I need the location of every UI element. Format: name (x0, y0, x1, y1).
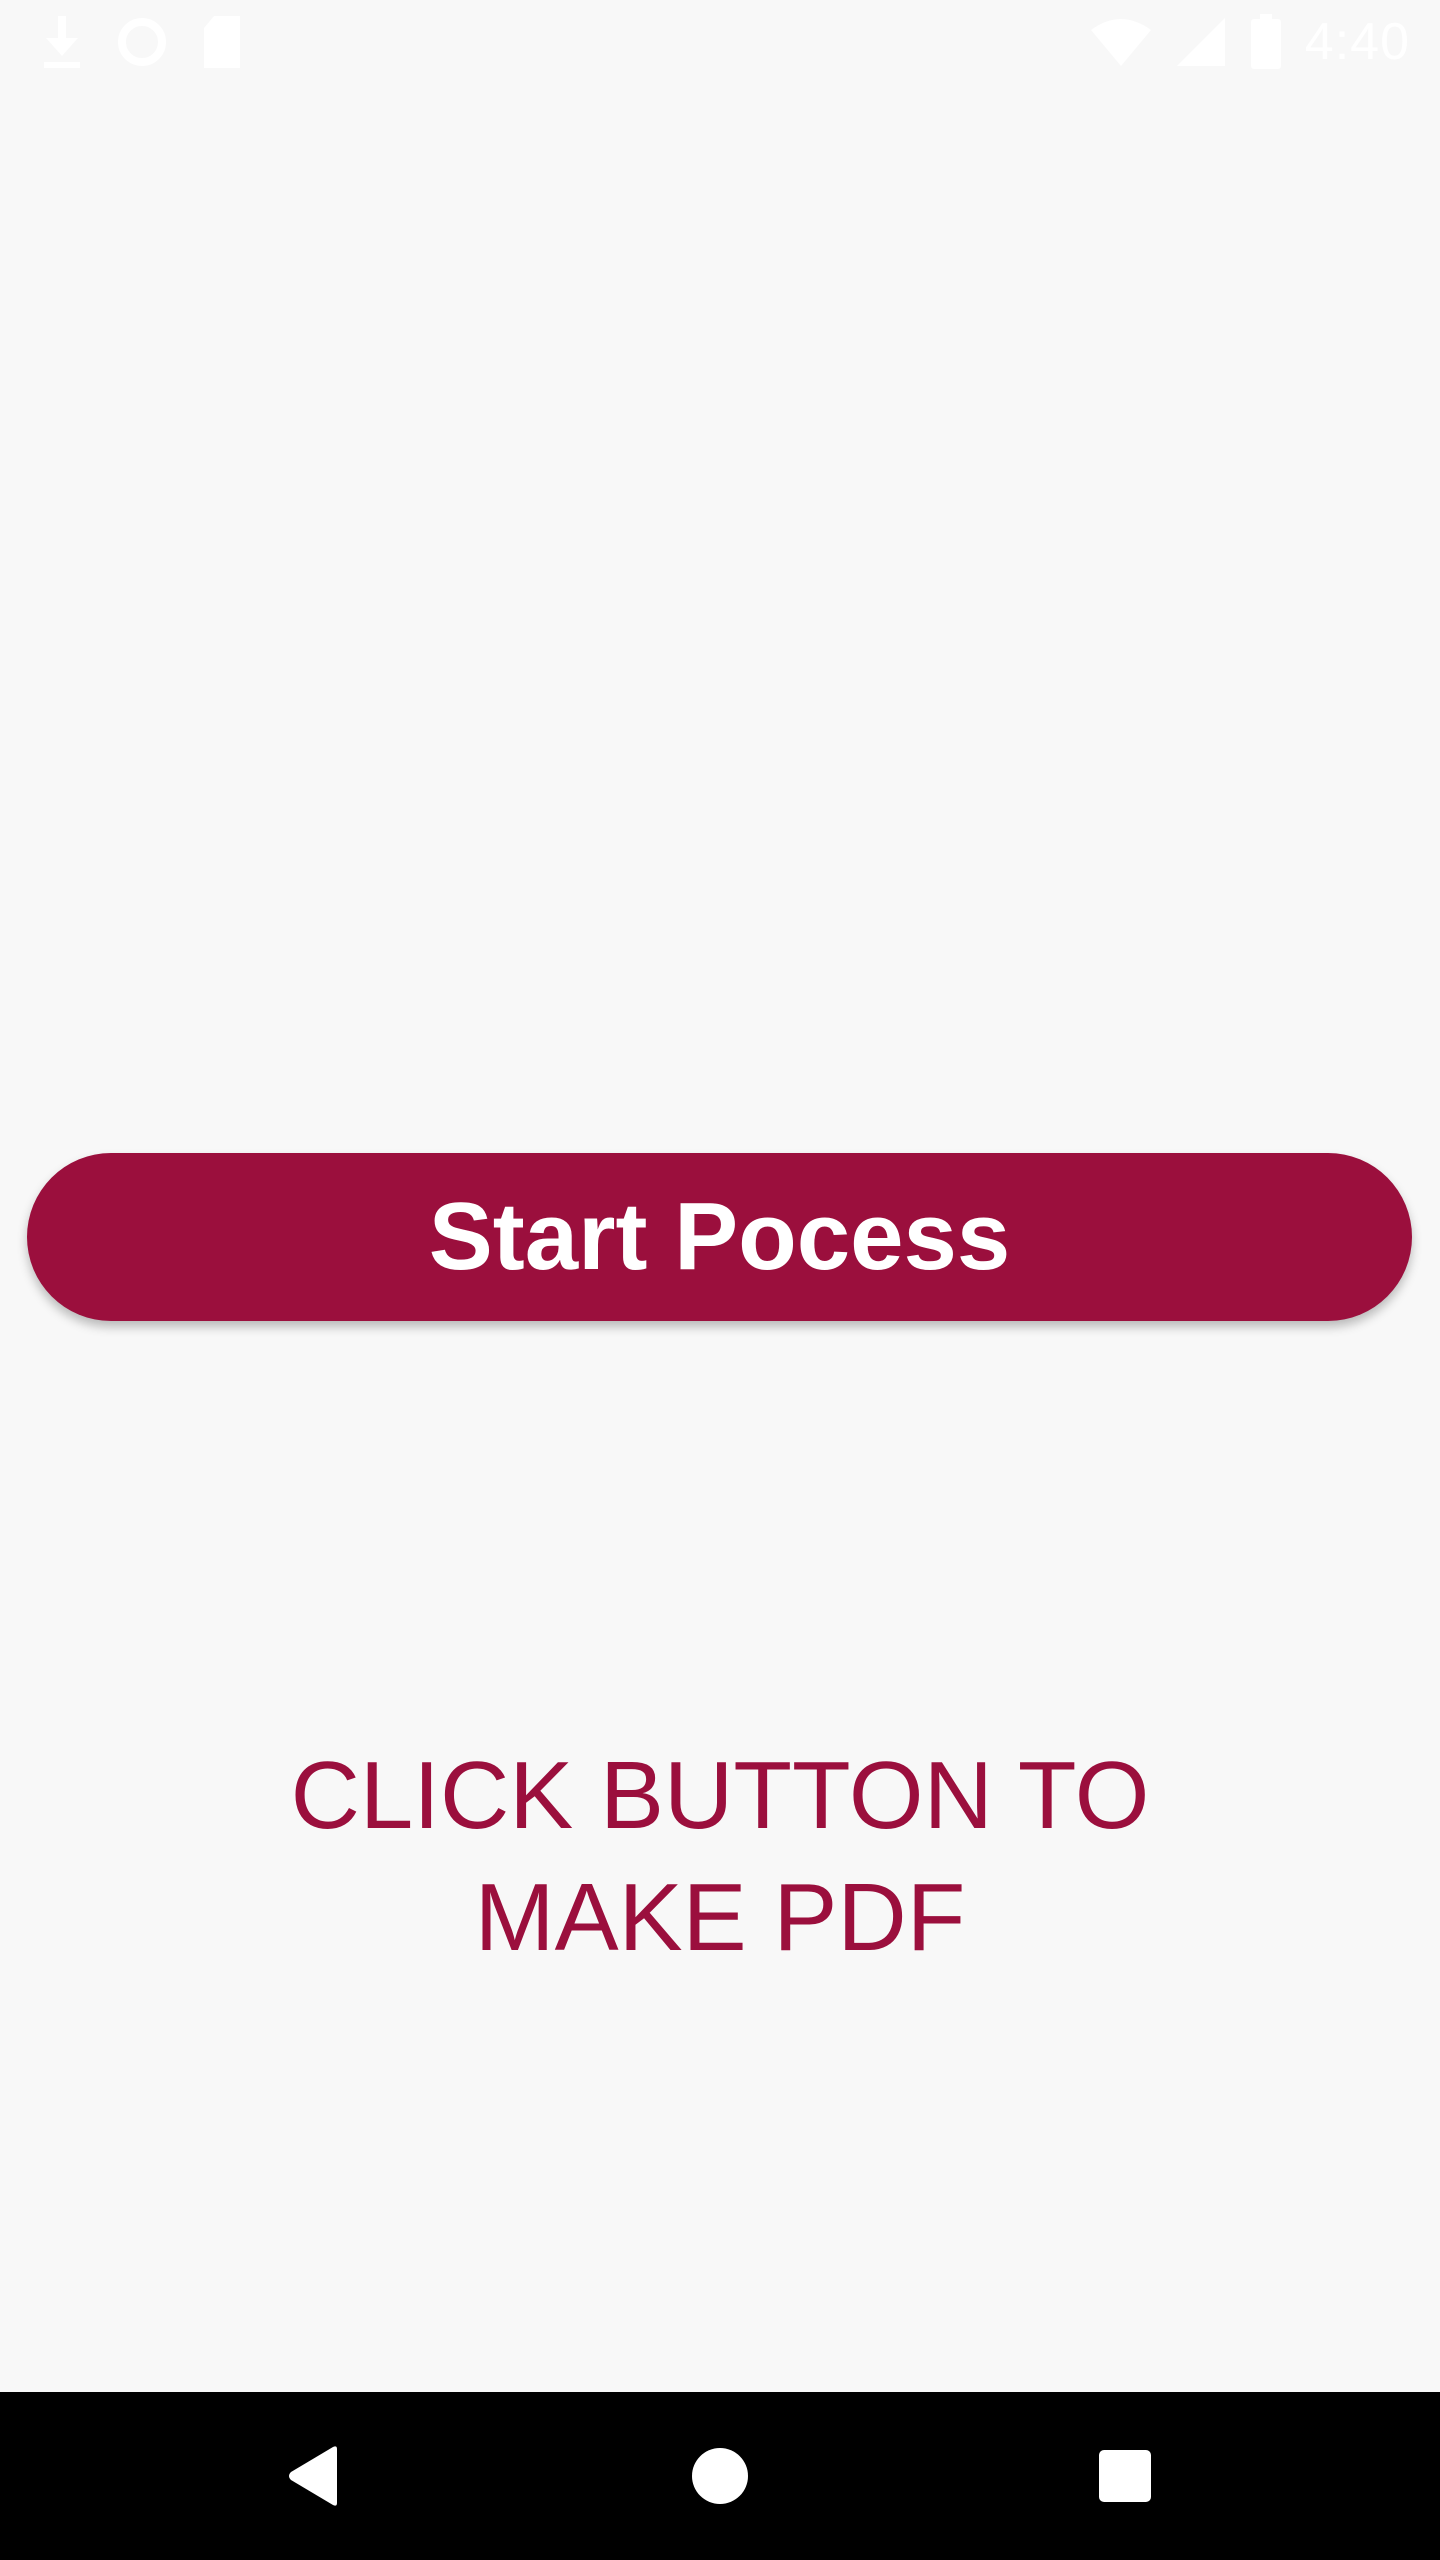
start-process-button[interactable]: Start Pocess (27, 1153, 1412, 1321)
back-button[interactable] (235, 2392, 395, 2560)
sd-card-icon (200, 14, 244, 70)
back-icon (285, 2445, 345, 2507)
sync-icon (114, 14, 170, 70)
download-icon (40, 14, 84, 70)
wifi-icon (1089, 16, 1153, 68)
home-icon (691, 2447, 749, 2505)
navigation-bar (0, 2392, 1440, 2560)
instruction-line-2: MAKE PDF (474, 1864, 966, 1971)
battery-icon (1249, 14, 1283, 70)
signal-icon (1175, 16, 1227, 68)
recents-icon (1098, 2449, 1152, 2503)
home-button[interactable] (640, 2392, 800, 2560)
status-right-icons: 4:40 (1089, 13, 1410, 71)
instruction-text: CLICK BUTTON TO MAKE PDF (0, 1735, 1440, 1979)
status-bar: 4:40 (0, 0, 1440, 84)
status-left-icons (40, 14, 244, 70)
recents-button[interactable] (1045, 2392, 1205, 2560)
instruction-line-1: CLICK BUTTON TO (290, 1742, 1150, 1849)
status-time: 4:40 (1304, 13, 1410, 71)
